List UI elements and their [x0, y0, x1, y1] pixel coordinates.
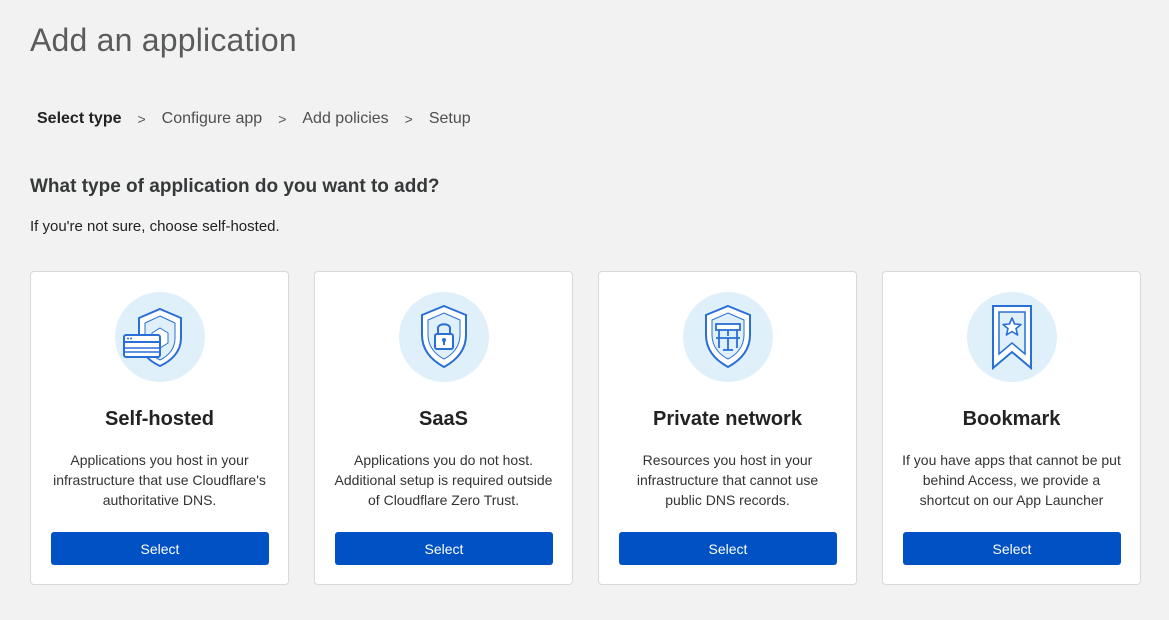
bookmark-star-icon [967, 292, 1057, 382]
breadcrumb: Select type > Configure app > Add polici… [37, 110, 471, 128]
card-description: If you have apps that cannot be put behi… [902, 452, 1121, 508]
breadcrumb-step-configure-app: Configure app [161, 110, 263, 127]
card-description: Resources you host in your infrastructur… [636, 452, 819, 508]
breadcrumb-separator: > [278, 111, 287, 127]
card-description: Applications you do not host. Additional… [334, 452, 553, 508]
card-title: Self-hosted [105, 408, 214, 430]
shield-with-card-icon [115, 292, 205, 382]
card-saas: SaaS Applications you do not host. Addit… [314, 271, 573, 585]
card-title: Private network [653, 408, 802, 430]
page-title: Add an application [30, 22, 297, 58]
section-hint: If you're not sure, choose self-hosted. [30, 218, 280, 235]
card-title: Bookmark [962, 408, 1061, 430]
shield-with-network-icon [683, 292, 773, 382]
select-private-network-button[interactable]: Select [619, 532, 837, 565]
breadcrumb-separator: > [404, 111, 413, 127]
card-title: SaaS [419, 408, 468, 430]
section-question: What type of application do you want to … [30, 176, 440, 197]
breadcrumb-separator: > [137, 111, 146, 127]
select-bookmark-button[interactable]: Select [903, 532, 1121, 565]
breadcrumb-step-select-type: Select type [37, 110, 122, 127]
card-private-network: Private network Resources you host in yo… [598, 271, 857, 585]
breadcrumb-step-setup: Setup [428, 110, 471, 127]
card-self-hosted: Self-hosted Applications you host in you… [30, 271, 289, 585]
card-bookmark: Bookmark If you have apps that cannot be… [882, 271, 1141, 585]
app-type-cards: Self-hosted Applications you host in you… [30, 271, 1141, 585]
card-description: Applications you host in your infrastruc… [53, 452, 266, 508]
breadcrumb-step-add-policies: Add policies [302, 110, 389, 127]
select-saas-button[interactable]: Select [335, 532, 553, 565]
shield-with-lock-icon [399, 292, 489, 382]
select-self-hosted-button[interactable]: Select [51, 532, 269, 565]
